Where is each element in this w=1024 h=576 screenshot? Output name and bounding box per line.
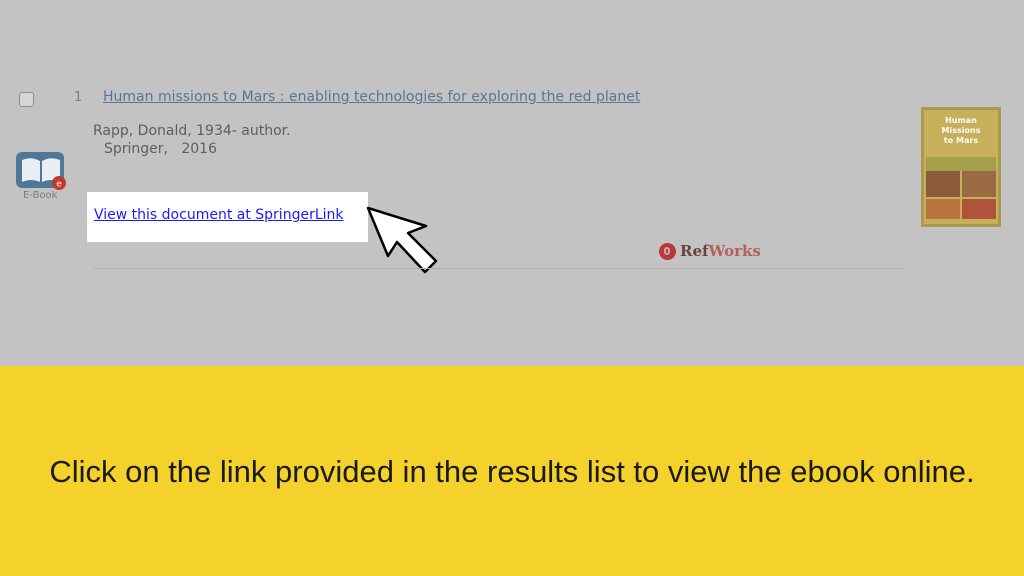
refworks-label: RefWorks — [680, 242, 761, 260]
instruction-banner: Click on the link provided in the result… — [0, 366, 1024, 576]
refworks-logo-icon — [659, 242, 676, 260]
result-publisher: Springer, 2016 — [104, 141, 217, 157]
refworks-label-works: Works — [708, 242, 761, 260]
result-number: 1 — [74, 90, 83, 105]
result-author: Rapp, Donald, 1934- author. — [93, 123, 291, 139]
refworks-label-ref: Ref — [680, 242, 709, 260]
instruction-text: Click on the link provided in the result… — [49, 454, 975, 489]
book-cover-thumbnail[interactable]: Human Missions to Mars — [921, 107, 1001, 227]
springerlink-access-link[interactable]: View this document at SpringerLink — [94, 207, 344, 223]
cover-title-line2: Missions — [942, 126, 981, 135]
cover-title-line3: to Mars — [944, 136, 978, 145]
result-divider — [93, 268, 905, 269]
ebook-icon: e — [16, 152, 66, 190]
cover-title-line1: Human — [945, 116, 977, 125]
refworks-export[interactable]: RefWorks — [659, 242, 761, 260]
ebook-label: E-Book — [23, 190, 58, 201]
result-title-link[interactable]: Human missions to Mars : enabling techno… — [103, 89, 640, 105]
select-checkbox[interactable] — [19, 92, 34, 107]
svg-text:e: e — [56, 180, 62, 190]
search-result-panel: 1 Human missions to Mars : enabling tech… — [0, 0, 1024, 366]
